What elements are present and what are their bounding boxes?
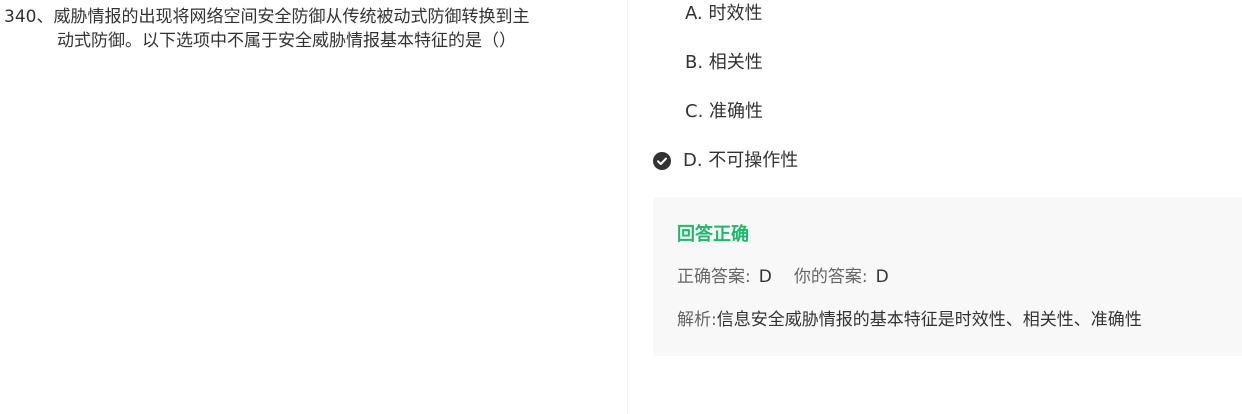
question-panel: 340、威胁情报的出现将网络空间安全防御从传统被动式防御转换到主 动式防御。以下… xyxy=(0,0,628,414)
question-line-1: 340、威胁情报的出现将网络空间安全防御从传统被动式防御转换到主 xyxy=(4,7,530,27)
check-circle-icon xyxy=(653,152,671,170)
answer-result-panel: 回答正确 正确答案: D 你的答案: D 解析:信息安全威胁情报的基本特征是时效性、相… xyxy=(653,197,1242,356)
option-c[interactable]: C. 准确性 xyxy=(685,100,763,124)
option-b[interactable]: B. 相关性 xyxy=(685,51,763,75)
correct-answer-label: 正确答案: xyxy=(677,267,751,287)
result-title: 回答正确 xyxy=(677,224,749,245)
analysis: 解析:信息安全威胁情报的基本特征是时效性、相关性、准确性 xyxy=(677,308,1142,332)
answer-summary: 正确答案: D 你的答案: D xyxy=(677,265,889,289)
option-a[interactable]: A. 时效性 xyxy=(685,2,762,26)
analysis-label: 解析: xyxy=(677,310,717,330)
correct-answer-value: D xyxy=(758,267,772,287)
question-text: 340、威胁情报的出现将网络空间安全防御从传统被动式防御转换到主 动式防御。以下… xyxy=(4,5,604,53)
option-d[interactable]: D. 不可操作性 xyxy=(683,149,798,173)
question-line-2: 动式防御。以下选项中不属于安全威胁情报基本特征的是（） xyxy=(57,31,516,51)
analysis-text: 信息安全威胁情报的基本特征是时效性、相关性、准确性 xyxy=(716,310,1142,330)
your-answer-value: D xyxy=(875,267,889,287)
options-panel: A. 时效性 B. 相关性 C. 准确性 D. 不可操作性 回答正确 正确答案:… xyxy=(629,0,1242,414)
your-answer-label: 你的答案: xyxy=(793,267,868,287)
